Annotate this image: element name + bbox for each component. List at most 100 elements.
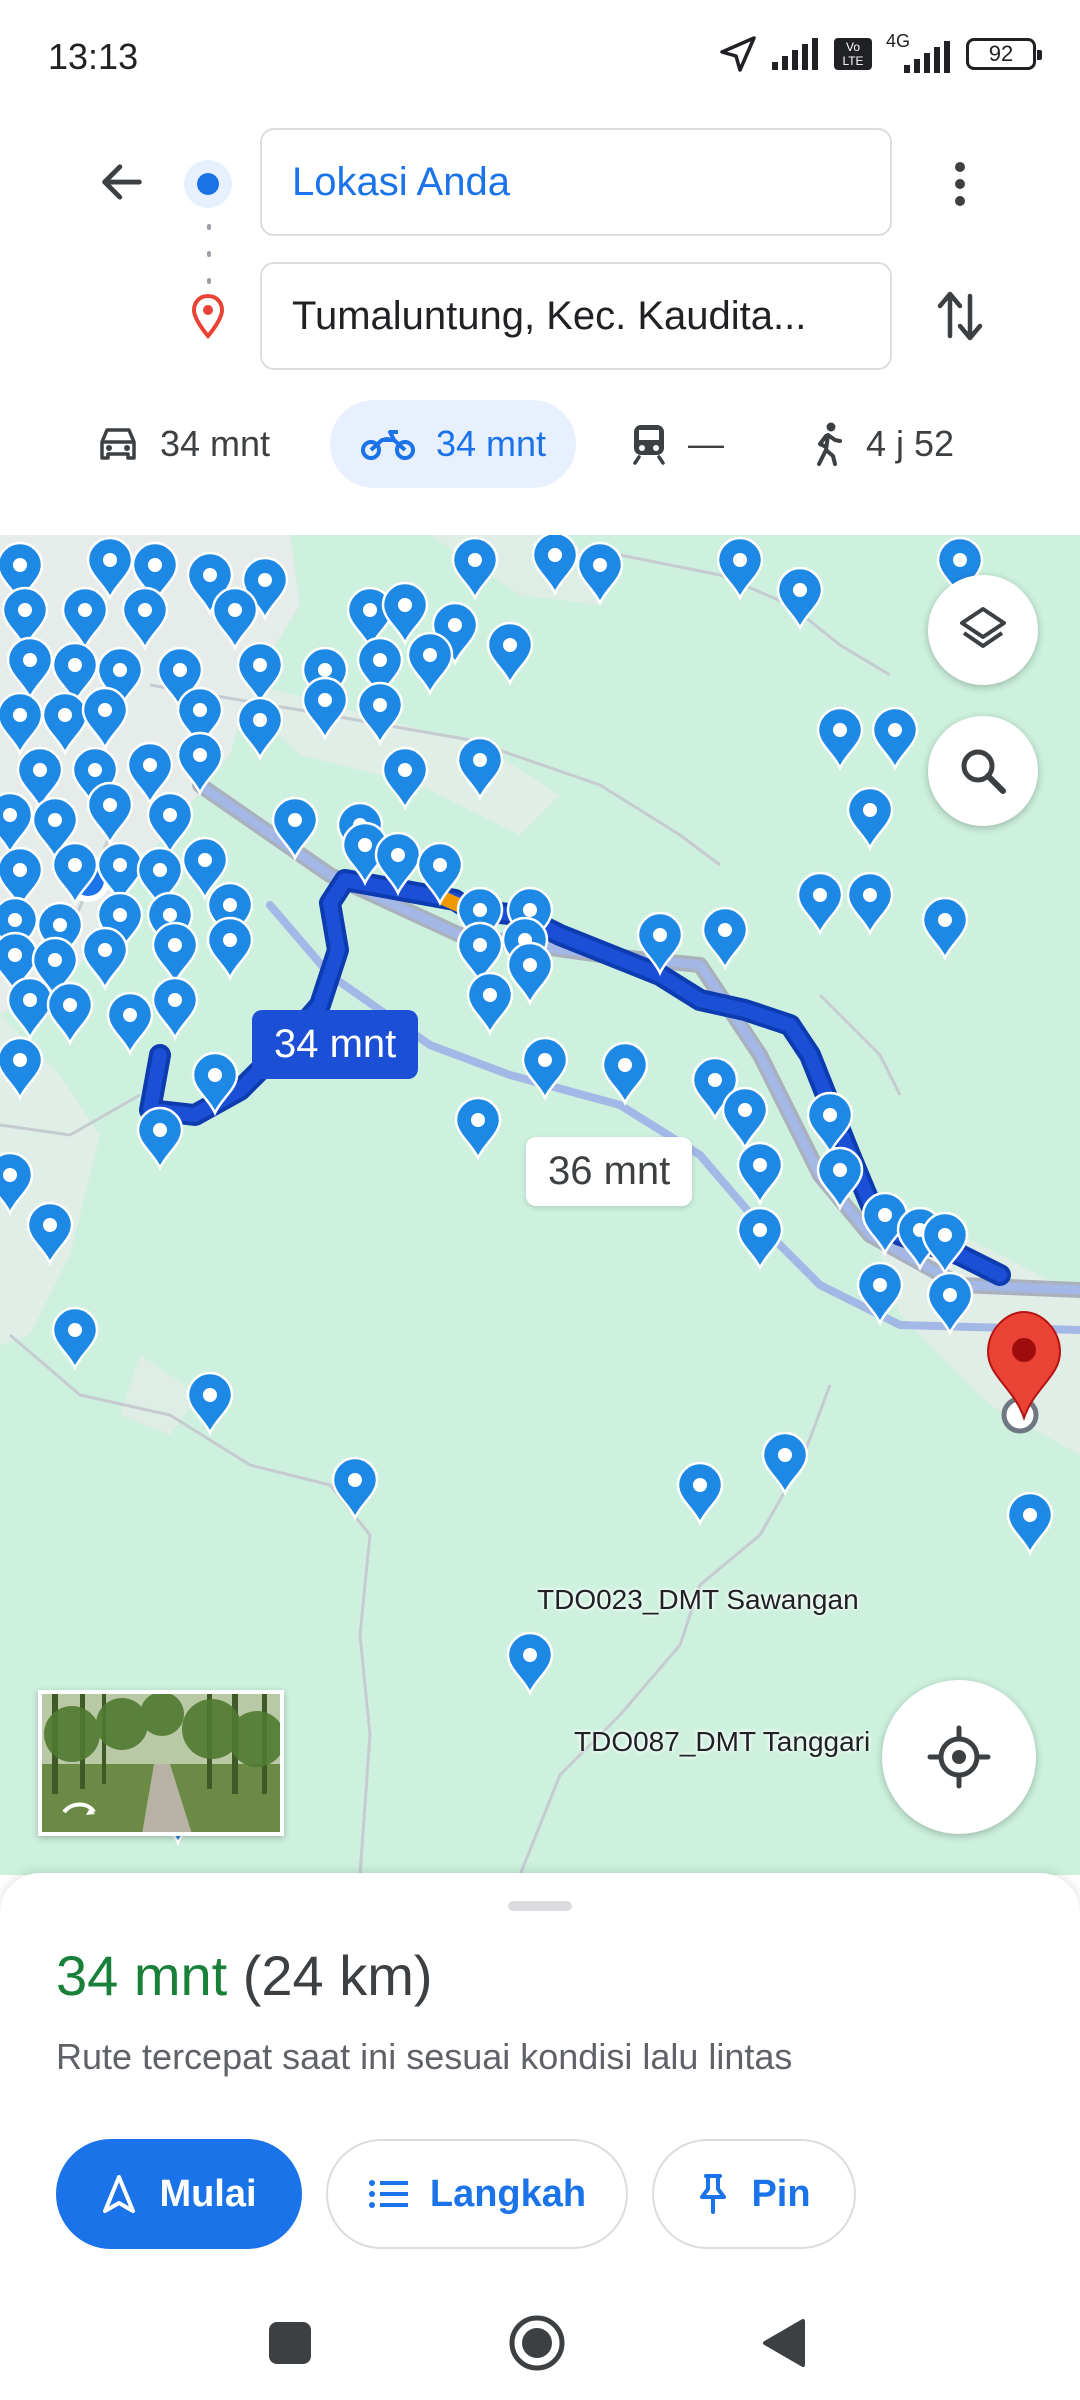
layers-button[interactable] <box>928 575 1038 685</box>
destination-input[interactable]: Tumaluntung, Kec. Kaudita... <box>260 262 892 370</box>
map-pin-center <box>863 803 877 817</box>
tab-motorcycle-label: 34 mnt <box>436 423 547 464</box>
map-pin[interactable] <box>506 1631 554 1697</box>
map-pin-center <box>318 663 332 677</box>
tab-motorcycle[interactable]: 34 mnt <box>330 400 577 488</box>
swap-icon <box>937 291 983 341</box>
map-pin-center <box>223 933 237 947</box>
primary-route-time-chip[interactable]: 34 mnt <box>252 1010 419 1079</box>
map-pin[interactable] <box>81 926 129 992</box>
pin-icon <box>700 2174 727 2214</box>
map-pin-center <box>753 1223 767 1237</box>
start-button[interactable]: Mulai <box>56 2139 302 2249</box>
map-pin[interactable] <box>46 981 94 1047</box>
map-pin-center <box>68 858 82 872</box>
map-pin[interactable] <box>381 746 429 812</box>
map-pin[interactable] <box>871 706 919 772</box>
map-pin-center <box>8 913 22 927</box>
alternate-route-time-chip[interactable]: 36 mnt <box>526 1137 693 1206</box>
map-pin-center <box>58 708 72 722</box>
place-label-sawangan[interactable]: TDO023_DMT Sawangan <box>537 1584 859 1616</box>
map-pin-center <box>103 553 117 567</box>
map-pin-center <box>13 708 27 722</box>
home-button[interactable] <box>499 2305 575 2381</box>
map-pin-center <box>823 1108 837 1122</box>
sheet-drag-handle[interactable] <box>508 1901 572 1911</box>
map-pin-center <box>63 998 77 1012</box>
place-label-tanggari[interactable]: TDO087_DMT Tanggari <box>574 1726 870 1758</box>
pin-button[interactable]: Pin <box>652 2139 856 2249</box>
arrow-back-icon <box>102 164 142 200</box>
search-along-route-button[interactable] <box>928 716 1038 826</box>
map-pin[interactable] <box>736 1206 784 1272</box>
map-pin[interactable] <box>816 706 864 772</box>
tab-car[interactable]: 34 mnt <box>96 400 270 488</box>
map-pin[interactable] <box>676 1461 724 1527</box>
map-pin-center <box>468 553 482 567</box>
map-pin[interactable] <box>856 1261 904 1327</box>
map-pin[interactable] <box>506 941 554 1007</box>
map-pin-center <box>173 663 187 677</box>
tab-walk[interactable]: 4 j 52 <box>810 400 954 488</box>
swap-button[interactable] <box>930 280 990 352</box>
back-triangle-icon <box>763 2319 805 2367</box>
map-pin[interactable] <box>721 1086 769 1152</box>
tab-transit[interactable]: — <box>630 400 724 488</box>
map-pin-center <box>253 658 267 672</box>
tab-walk-label: 4 j 52 <box>866 423 955 464</box>
map-pin-center <box>863 888 877 902</box>
map-pin-center <box>523 903 537 917</box>
map-pin[interactable] <box>454 1096 502 1162</box>
map-pin[interactable] <box>206 916 254 982</box>
map-pin[interactable] <box>921 896 969 962</box>
map-pin[interactable] <box>331 1456 379 1522</box>
route-summary: 34 mnt (24 km) <box>56 1943 433 2008</box>
map-pin[interactable] <box>151 976 199 1042</box>
map-pin-center <box>113 663 127 677</box>
home-circle-icon <box>509 2315 565 2371</box>
map-pin[interactable] <box>846 786 894 852</box>
map-pin-center <box>153 863 167 877</box>
origin-input[interactable]: Lokasi Anda <box>260 128 892 236</box>
my-location-button[interactable] <box>882 1680 1036 1834</box>
map-pin[interactable] <box>776 566 824 632</box>
map-pin-center <box>13 863 27 877</box>
map-pin[interactable] <box>186 1371 234 1437</box>
map-pin-center <box>253 713 267 727</box>
map-pin[interactable] <box>816 1146 864 1212</box>
map-pin[interactable] <box>406 631 454 697</box>
map-pin[interactable] <box>466 971 514 1037</box>
map-pin[interactable] <box>1006 1491 1054 1557</box>
steps-button[interactable]: Langkah <box>326 2139 628 2249</box>
map-pin[interactable] <box>701 906 749 972</box>
destination-text: Tumaluntung, Kec. Kaudita... <box>292 293 807 338</box>
map-pin-center <box>68 658 82 672</box>
route-summary-sheet[interactable]: 34 mnt (24 km) Rute tercepat saat ini se… <box>0 1873 1080 2283</box>
map-pin[interactable] <box>601 1041 649 1107</box>
map-pin[interactable] <box>136 1106 184 1172</box>
map-pin-center <box>53 918 67 932</box>
map-pin[interactable] <box>486 621 534 687</box>
map-pin[interactable] <box>151 921 199 987</box>
map-pin[interactable] <box>51 1306 99 1372</box>
map-pin[interactable] <box>106 991 154 1057</box>
map-pin[interactable] <box>846 871 894 937</box>
map-pin-center <box>288 813 302 827</box>
map-pin-center <box>833 723 847 737</box>
map-pin[interactable] <box>796 871 844 937</box>
back-button[interactable] <box>90 150 154 214</box>
map-pin-center <box>203 568 217 582</box>
map-view[interactable]: 34 mnt 36 mnt TDO023_DMT Sawangan TDO087… <box>0 535 1080 1875</box>
street-view-thumbnail[interactable] <box>38 1690 284 1836</box>
map-pin-center <box>113 908 127 922</box>
map-pin[interactable] <box>736 1141 784 1207</box>
map-pin[interactable] <box>761 1431 809 1497</box>
system-back-button[interactable] <box>746 2305 822 2381</box>
map-pin[interactable] <box>236 696 284 762</box>
map-pin[interactable] <box>451 536 499 602</box>
more-options-button[interactable] <box>930 148 990 220</box>
recents-button[interactable] <box>252 2305 328 2381</box>
map-pin[interactable] <box>6 976 54 1042</box>
destination-pin-icon <box>191 293 225 340</box>
map-pin-center <box>708 1073 722 1087</box>
